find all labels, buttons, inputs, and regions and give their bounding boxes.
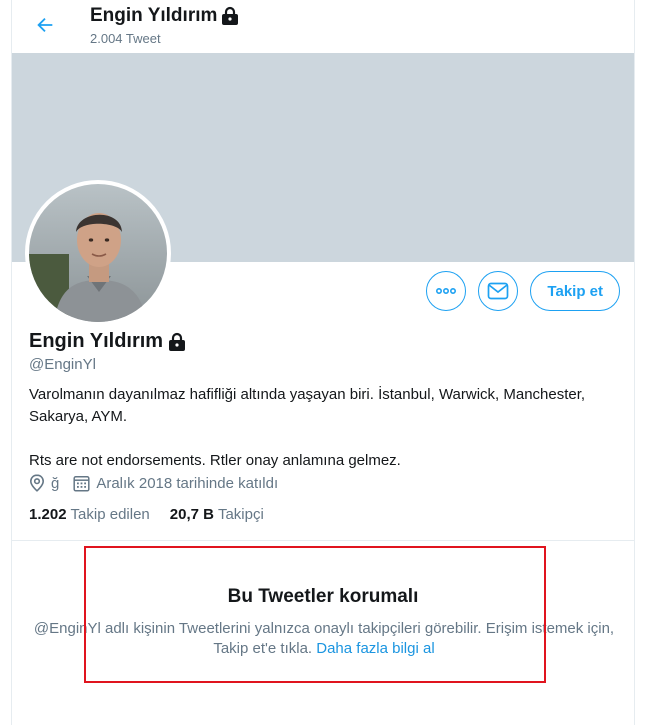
- learn-more-link[interactable]: Daha fazla bilgi al: [316, 640, 434, 657]
- protected-description: @EnginYl adlı kişinin Tweetlerini yalnız…: [32, 619, 616, 659]
- bio-text: Rts are not endorsements. Rtler onay anl…: [29, 452, 401, 469]
- header-name-text: Engin Yıldırım: [90, 5, 218, 26]
- avatar-photo: [29, 184, 167, 322]
- profile-header: Engin Yıldırım 2.004 Tweet: [12, 0, 634, 52]
- divider: [12, 540, 634, 541]
- followers-count: 20,7 B: [169, 506, 214, 523]
- back-arrow-icon: [37, 17, 53, 33]
- mail-icon: [488, 282, 509, 300]
- join-date-text: Aralık 2018 tarihinde katıldı: [96, 474, 279, 492]
- back-button[interactable]: [30, 10, 60, 40]
- following-label: Takip edilen: [70, 506, 150, 523]
- follow-button[interactable]: Takip et: [530, 271, 620, 311]
- location: ğ: [29, 474, 59, 492]
- location-icon: [29, 474, 45, 492]
- profile-actions: Takip et: [426, 271, 620, 311]
- profile-stats: 1.202 Takip edilen 20,7 B Takipçi: [29, 506, 264, 523]
- lock-icon: [222, 6, 239, 25]
- profile-meta: ğ Aralık 2018 tarihinde katıldı: [29, 474, 292, 492]
- bio-text: Varolmanın dayanılmaz hafifliği altında …: [29, 386, 586, 425]
- more-icon: [436, 287, 457, 295]
- profile-name: Engin Yıldırım: [29, 330, 186, 353]
- profile-name-text: Engin Yıldırım: [29, 330, 164, 352]
- join-date: Aralık 2018 tarihinde katıldı: [73, 475, 278, 492]
- protected-title: Bu Tweetler korumalı: [227, 586, 419, 607]
- avatar[interactable]: [25, 180, 171, 326]
- calendar-icon: [73, 475, 90, 492]
- profile-bio: Varolmanın dayanılmaz hafifliği altında …: [29, 384, 619, 472]
- followers-link[interactable]: 20,7 B Takipçi: [170, 506, 264, 523]
- profile-handle: @EnginYl: [29, 356, 96, 373]
- following-count: 1.202: [29, 506, 67, 523]
- message-button[interactable]: [478, 271, 519, 311]
- header-title: Engin Yıldırım: [90, 5, 239, 27]
- profile-column: Engin Yıldırım 2.004 Tweet Takip et Engi…: [11, 0, 635, 725]
- lock-icon: [169, 332, 186, 351]
- more-button[interactable]: [426, 271, 467, 311]
- location-text: ğ: [51, 474, 60, 492]
- following-link[interactable]: 1.202 Takip edilen: [29, 506, 150, 523]
- followers-label: Takipçi: [217, 506, 264, 523]
- tweet-count: 2.004 Tweet: [90, 31, 161, 46]
